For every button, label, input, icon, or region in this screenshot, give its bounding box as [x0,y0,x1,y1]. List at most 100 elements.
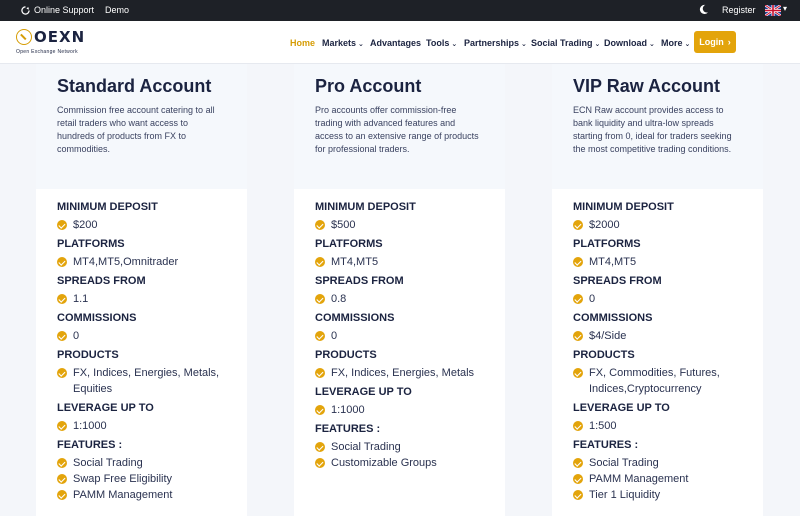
spreads-value: 0.8 [315,293,491,307]
nav-tools[interactable]: Tools ⌄ [426,38,457,48]
feature-item: Social Trading [315,441,491,455]
account-title: VIP Raw Account [573,76,721,96]
account-card-standard: Standard Account Commission free account… [36,64,247,516]
nav-markets[interactable]: Markets ⌄ [322,38,364,48]
leverage-value: 1:1000 [315,404,491,418]
check-icon [315,220,325,230]
section-label: SPREADS FROM [573,275,662,287]
language-chevron-icon[interactable]: ▾ [783,4,787,13]
section-label: PRODUCTS [315,349,377,361]
products-value: FX, Commodities, Futures, Indices,Crypto… [573,367,739,397]
section-label: MINIMUM DEPOSIT [573,201,674,213]
logo-tagline: Open Exchange Network [16,49,78,55]
section-label: LEVERAGE UP TO [57,402,154,414]
section-label: PRODUCTS [57,349,119,361]
chevron-down-icon: ⌄ [684,41,691,48]
check-icon [57,458,67,468]
section-label: LEVERAGE UP TO [573,402,670,414]
login-button[interactable]: Login › [694,31,736,53]
products-value: FX, Indices, Energies, Metals, Equities [57,367,223,397]
commissions-value: 0 [57,330,233,344]
platforms-value: MT4,MT5 [315,256,491,270]
min-deposit-value: $2000 [573,219,749,233]
chevron-down-icon: ⌄ [594,41,601,48]
nav-partnerships[interactable]: Partnerships ⌄ [464,38,527,48]
main-header: OEXN Open Exchange Network Home Markets ⌄… [0,21,800,64]
check-icon [573,220,583,230]
demo-link[interactable]: Demo [105,5,129,15]
check-icon [573,490,583,500]
check-icon [573,421,583,431]
section-label: MINIMUM DEPOSIT [57,201,158,213]
top-bar: Online Support Demo Register ▾ [0,0,800,21]
nav-advantages[interactable]: Advantages [370,38,421,48]
online-support-label: Online Support [34,5,95,15]
min-deposit-value: $500 [315,219,491,233]
check-icon [57,220,67,230]
chevron-down-icon: ⌄ [358,41,364,48]
support-icon [21,5,30,15]
check-icon [57,257,67,267]
logo-mark-icon [16,29,32,45]
section-label: COMMISSIONS [315,312,395,324]
feature-item: Social Trading [57,457,233,471]
check-icon [573,368,583,378]
spreads-value: 0 [573,293,749,307]
nav-social-trading[interactable]: Social Trading ⌄ [531,38,600,48]
leverage-value: 1:500 [573,420,749,434]
section-label: PRODUCTS [573,349,635,361]
account-card-vip-raw: VIP Raw Account ECN Raw account provides… [552,64,763,516]
spreads-value: 1.1 [57,293,233,307]
uk-flag-icon[interactable] [765,5,781,16]
account-title: Pro Account [315,76,422,96]
check-icon [315,257,325,267]
platforms-value: MT4,MT5,Omnitrader [57,256,233,270]
feature-item: Customizable Groups [315,457,491,471]
platforms-value: MT4,MT5 [573,256,749,270]
section-label: SPREADS FROM [315,275,404,287]
check-icon [573,474,583,484]
account-description: Pro accounts offer commission-free tradi… [315,105,479,154]
feature-item: PAMM Management [573,473,749,487]
account-description: Commission free account catering to all … [57,105,215,154]
feature-item: PAMM Management [57,489,233,503]
section-label: FEATURES : [315,423,381,435]
oexn-logo[interactable]: OEXN Open Exchange Network [16,28,86,57]
section-label: MINIMUM DEPOSIT [315,201,416,213]
dark-mode-icon[interactable] [698,4,709,15]
login-label: Login [699,37,724,47]
commissions-value: 0 [315,330,491,344]
feature-item: Tier 1 Liquidity [573,489,749,503]
section-label: FEATURES : [573,439,639,451]
products-value: FX, Indices, Energies, Metals [315,367,501,381]
chevron-down-icon: ⌄ [649,41,655,48]
check-icon [57,421,67,431]
section-label: PLATFORMS [315,238,383,250]
section-label: SPREADS FROM [57,275,146,287]
check-icon [315,294,325,304]
check-icon [315,442,325,452]
check-icon [573,331,583,341]
check-icon [57,294,67,304]
register-link[interactable]: Register [722,5,756,15]
feature-item: Swap Free Eligibility [57,473,233,487]
section-label: COMMISSIONS [573,312,653,324]
chevron-right-icon: › [727,37,731,47]
section-label: FEATURES : [57,439,123,451]
section-label: PLATFORMS [573,238,641,250]
chevron-down-icon: ⌄ [451,41,458,48]
section-label: PLATFORMS [57,238,125,250]
nav-home[interactable]: Home [290,38,315,48]
check-icon [315,405,325,415]
section-label: COMMISSIONS [57,312,137,324]
check-icon [57,368,67,378]
online-support-link[interactable]: Online Support [21,5,94,15]
nav-download[interactable]: Download ⌄ [604,38,655,48]
account-card-pro: Pro Account Pro accounts offer commissio… [294,64,505,516]
leverage-value: 1:1000 [57,420,233,434]
nav-more[interactable]: More ⌄ [661,38,690,48]
check-icon [573,458,583,468]
check-icon [57,474,67,484]
account-description: ECN Raw account provides access to bank … [573,105,732,154]
check-icon [315,458,325,468]
